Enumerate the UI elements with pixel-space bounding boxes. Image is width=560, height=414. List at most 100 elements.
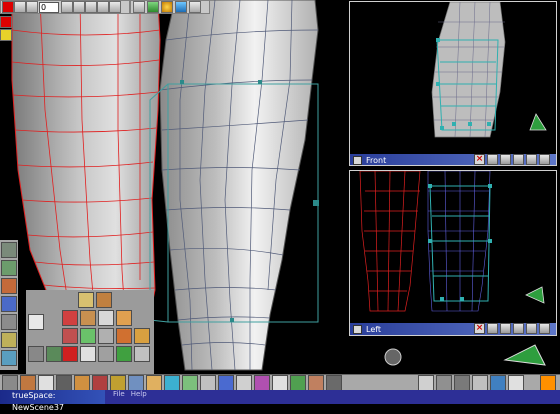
ball-icon[interactable] xyxy=(161,1,173,13)
scissors-icon[interactable] xyxy=(62,310,78,326)
bottom-toolbar xyxy=(0,374,560,391)
nav-widget-group xyxy=(384,344,546,366)
axis-tripod-icon xyxy=(525,286,545,304)
axis-tripod-icon xyxy=(503,344,546,366)
light-icon[interactable] xyxy=(110,375,126,391)
cube-icon[interactable] xyxy=(28,314,44,330)
grid-icon[interactable] xyxy=(133,1,145,13)
animation-toolbar: 0 xyxy=(0,0,130,14)
lattice-icon[interactable] xyxy=(1,242,17,258)
help-icon[interactable] xyxy=(540,375,556,391)
cylinder-icon[interactable] xyxy=(80,310,96,326)
color-red-icon[interactable] xyxy=(0,16,12,28)
zoom-icon[interactable] xyxy=(513,323,524,334)
torus-icon[interactable] xyxy=(116,310,132,326)
pan-icon[interactable] xyxy=(539,154,550,165)
sphere-icon[interactable] xyxy=(20,375,36,391)
pointer-icon[interactable] xyxy=(418,375,434,391)
object-nav-icon[interactable] xyxy=(2,375,18,391)
material-icon[interactable] xyxy=(1,296,17,312)
rotate-icon[interactable] xyxy=(454,375,470,391)
checker-icon[interactable] xyxy=(272,375,288,391)
boolean-icon[interactable] xyxy=(62,328,78,344)
light-icon[interactable] xyxy=(1,350,17,366)
eye-icon[interactable] xyxy=(508,375,524,391)
play-icon[interactable] xyxy=(73,1,85,13)
brush-icon[interactable] xyxy=(1,278,17,294)
grid-icon[interactable] xyxy=(236,375,252,391)
deform-icon[interactable] xyxy=(1,260,17,276)
left-viewport-canvas[interactable] xyxy=(350,171,556,323)
left-leg-mesh[interactable] xyxy=(11,0,161,319)
front-viewport-canvas[interactable] xyxy=(350,2,556,152)
script-icon[interactable] xyxy=(326,375,342,391)
primitives-panel-left xyxy=(0,240,18,370)
record-icon[interactable] xyxy=(2,1,14,13)
app-titlebar: trueSpace: NewScene37 xyxy=(0,390,105,412)
object-toolbar xyxy=(130,0,210,14)
render-icon[interactable] xyxy=(175,1,187,13)
viewport-menu-icon[interactable] xyxy=(353,324,362,334)
stop-icon[interactable] xyxy=(26,1,38,13)
front-viewport[interactable]: Front × xyxy=(349,1,557,166)
render-icon[interactable] xyxy=(164,375,180,391)
menu-file[interactable]: File xyxy=(113,390,125,404)
front-tools: × xyxy=(474,154,550,165)
check-icon[interactable] xyxy=(116,346,132,362)
close-icon[interactable]: × xyxy=(474,154,485,165)
right-leg-mesh[interactable] xyxy=(159,0,319,371)
camera-icon[interactable] xyxy=(128,375,144,391)
box-icon[interactable] xyxy=(98,328,114,344)
face-icon[interactable] xyxy=(308,375,324,391)
blend-icon[interactable] xyxy=(218,375,234,391)
move-icon[interactable] xyxy=(436,375,452,391)
viewport-menu-icon[interactable] xyxy=(353,155,362,165)
pyramid-icon[interactable] xyxy=(96,292,112,308)
texture-icon[interactable] xyxy=(1,332,17,348)
torus-icon[interactable] xyxy=(74,375,90,391)
tree-icon[interactable] xyxy=(182,375,198,391)
frame-field[interactable]: 0 xyxy=(39,2,59,13)
pan-icon[interactable] xyxy=(539,323,550,334)
play-first-icon[interactable] xyxy=(14,1,26,13)
close-icon[interactable]: × xyxy=(474,323,485,334)
rotate-icon[interactable] xyxy=(526,323,537,334)
sphere-icon[interactable] xyxy=(98,310,114,326)
move-icon[interactable] xyxy=(500,323,511,334)
eye-nav-icon[interactable] xyxy=(487,154,498,165)
keyframe-icon[interactable] xyxy=(109,1,121,13)
axes-icon[interactable] xyxy=(490,375,506,391)
cube-icon[interactable] xyxy=(38,375,54,391)
box-icon[interactable] xyxy=(200,375,216,391)
menu-help[interactable]: Help xyxy=(131,390,147,404)
texture-icon[interactable] xyxy=(146,375,162,391)
rotate-icon[interactable] xyxy=(526,154,537,165)
cone-icon[interactable] xyxy=(78,292,94,308)
material-icon[interactable] xyxy=(92,375,108,391)
plane-icon[interactable] xyxy=(1,314,17,330)
frame-icon[interactable] xyxy=(46,346,62,362)
glass-icon[interactable] xyxy=(80,346,96,362)
wire-icon[interactable] xyxy=(28,346,44,362)
paint-icon[interactable] xyxy=(254,375,270,391)
x-icon[interactable] xyxy=(62,346,78,362)
left-viewport[interactable]: Left × xyxy=(349,170,557,336)
object-tool-icon[interactable] xyxy=(147,1,159,13)
paint-can-icon[interactable] xyxy=(134,328,150,344)
eye-nav-icon[interactable] xyxy=(487,323,498,334)
tree-icon[interactable] xyxy=(80,328,96,344)
stack-icon[interactable] xyxy=(116,328,132,344)
teapot-icon[interactable] xyxy=(189,1,201,13)
grid-plane-icon[interactable] xyxy=(134,346,150,362)
next-frame-icon[interactable] xyxy=(85,1,97,13)
zoom-icon[interactable] xyxy=(513,154,524,165)
prev-frame-icon[interactable] xyxy=(61,1,73,13)
scale-icon[interactable] xyxy=(472,375,488,391)
paint-icon[interactable] xyxy=(0,29,12,41)
cylinder-icon[interactable] xyxy=(56,375,72,391)
move-icon[interactable] xyxy=(500,154,511,165)
pipe-icon[interactable] xyxy=(98,346,114,362)
plant-icon[interactable] xyxy=(290,375,306,391)
last-frame-icon[interactable] xyxy=(97,1,109,13)
menu-bar: File Help xyxy=(105,390,560,404)
